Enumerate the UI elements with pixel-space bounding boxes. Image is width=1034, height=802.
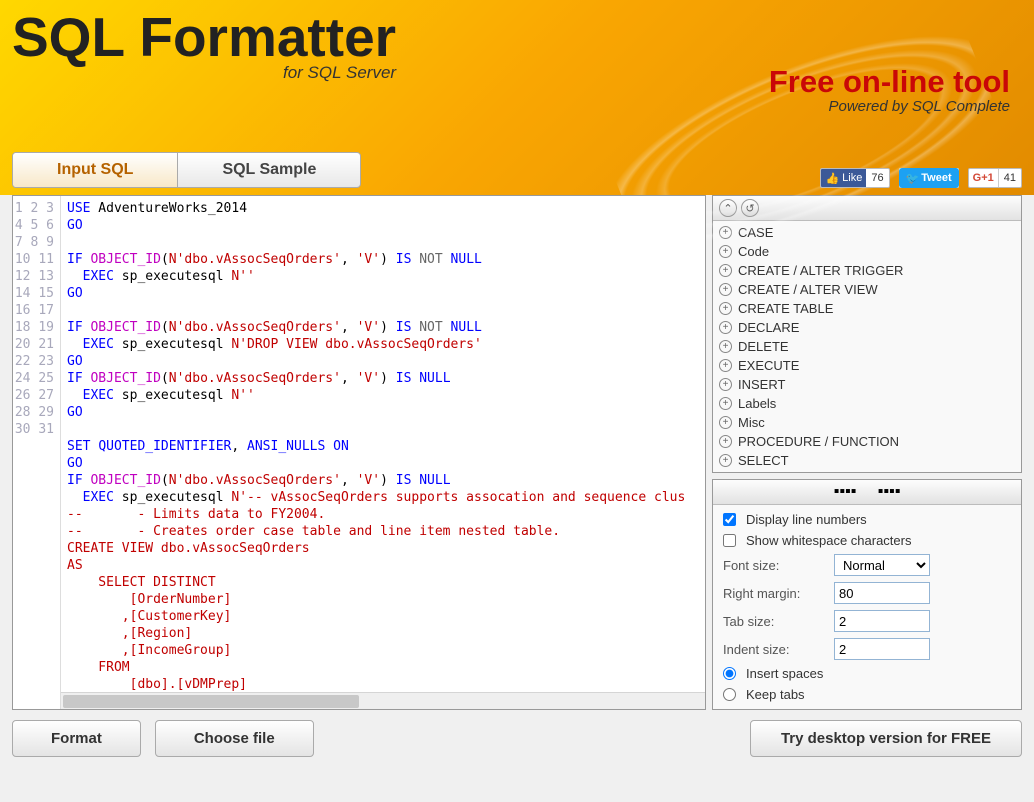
tab-sql-sample[interactable]: SQL Sample — [178, 153, 360, 187]
tree-toolbar: ⌃ ↺ — [713, 196, 1021, 221]
expand-icon: + — [719, 359, 732, 372]
tree-item[interactable]: +DECLARE — [717, 318, 1017, 337]
expand-icon: + — [719, 245, 732, 258]
facebook-like-button[interactable]: 👍Like 76 — [820, 168, 889, 188]
tree-item[interactable]: +Code — [717, 242, 1017, 261]
powered-by: Powered by SQL Complete — [769, 98, 1010, 115]
statement-tree: +CASE+Code+CREATE / ALTER TRIGGER+CREATE… — [713, 221, 1021, 472]
tree-item[interactable]: +EXECUTE — [717, 356, 1017, 375]
tab-bar: Input SQL SQL Sample — [12, 152, 361, 188]
expand-icon: + — [719, 321, 732, 334]
tab-size-label: Tab size: — [723, 614, 827, 629]
tagline: Free on-line tool — [769, 64, 1010, 100]
horizontal-scrollbar[interactable] — [61, 692, 705, 709]
tree-item[interactable]: +Labels — [717, 394, 1017, 413]
choose-file-button[interactable]: Choose file — [155, 720, 314, 757]
facebook-count: 76 — [866, 172, 888, 184]
tree-item[interactable]: +DELETE — [717, 337, 1017, 356]
expand-icon: + — [719, 397, 732, 410]
display-line-numbers-checkbox[interactable] — [723, 513, 736, 526]
footer: Format Choose file Try desktop version f… — [0, 710, 1034, 767]
main: 1 2 3 4 5 6 7 8 9 10 11 12 13 14 15 16 1… — [0, 195, 1034, 710]
tab-size-input[interactable] — [834, 610, 930, 632]
tree-item[interactable]: +CASE — [717, 223, 1017, 242]
reset-icon[interactable]: ↺ — [741, 199, 759, 217]
expand-icon: + — [719, 454, 732, 467]
expand-icon: + — [719, 283, 732, 296]
twitter-icon: 🐦 — [906, 172, 920, 185]
tree-item[interactable]: +SELECT — [717, 451, 1017, 470]
social-buttons: 👍Like 76 🐦Tweet G+1 41 — [820, 168, 1022, 188]
right-margin-input[interactable] — [834, 582, 930, 604]
expand-icon: + — [719, 378, 732, 391]
format-button[interactable]: Format — [12, 720, 141, 757]
display-line-numbers-label: Display line numbers — [746, 512, 867, 527]
sql-editor[interactable]: 1 2 3 4 5 6 7 8 9 10 11 12 13 14 15 16 1… — [12, 195, 706, 710]
expand-icon: + — [719, 340, 732, 353]
google-plus-button[interactable]: G+1 41 — [968, 168, 1022, 188]
indent-size-label: Indent size: — [723, 642, 827, 657]
insert-spaces-label: Insert spaces — [746, 666, 823, 681]
gripper-handle[interactable]: ▪▪▪▪ ▪▪▪▪ — [713, 480, 1021, 505]
expand-icon: + — [719, 416, 732, 429]
expand-icon: + — [719, 302, 732, 315]
indent-size-input[interactable] — [834, 638, 930, 660]
expand-icon: + — [719, 264, 732, 277]
expand-icon: + — [719, 435, 732, 448]
tab-input-sql[interactable]: Input SQL — [13, 153, 178, 187]
app-title: SQL Formatter — [12, 0, 1022, 69]
tree-item[interactable]: +Misc — [717, 413, 1017, 432]
keep-tabs-label: Keep tabs — [746, 687, 805, 702]
tree-item[interactable]: +PROCEDURE / FUNCTION — [717, 432, 1017, 451]
try-desktop-button[interactable]: Try desktop version for FREE — [750, 720, 1022, 757]
expand-icon: + — [719, 226, 732, 239]
side-panel: ⌃ ↺ +CASE+Code+CREATE / ALTER TRIGGER+CR… — [712, 195, 1022, 710]
google-plus-count: 41 — [999, 172, 1021, 184]
tree-item[interactable]: +CREATE TABLE — [717, 299, 1017, 318]
header: SQL Formatter for SQL Server Free on-lin… — [0, 0, 1034, 195]
options-panel: ▪▪▪▪ ▪▪▪▪ Display line numbers Show whit… — [712, 479, 1022, 710]
line-number-gutter: 1 2 3 4 5 6 7 8 9 10 11 12 13 14 15 16 1… — [13, 196, 61, 709]
font-size-select[interactable]: Normal — [834, 554, 930, 576]
show-whitespace-checkbox[interactable] — [723, 534, 736, 547]
tree-item[interactable]: +CREATE / ALTER VIEW — [717, 280, 1017, 299]
collapse-all-icon[interactable]: ⌃ — [719, 199, 737, 217]
font-size-label: Font size: — [723, 558, 827, 573]
insert-spaces-radio[interactable] — [723, 667, 736, 680]
tree-item[interactable]: +INSERT — [717, 375, 1017, 394]
tweet-button[interactable]: 🐦Tweet — [899, 168, 959, 188]
code-content[interactable]: USE AdventureWorks_2014 GO IF OBJECT_ID(… — [61, 196, 705, 709]
thumbs-up-icon: 👍 — [825, 172, 839, 185]
right-margin-label: Right margin: — [723, 586, 827, 601]
keep-tabs-radio[interactable] — [723, 688, 736, 701]
show-whitespace-label: Show whitespace characters — [746, 533, 911, 548]
tree-item[interactable]: +CREATE / ALTER TRIGGER — [717, 261, 1017, 280]
